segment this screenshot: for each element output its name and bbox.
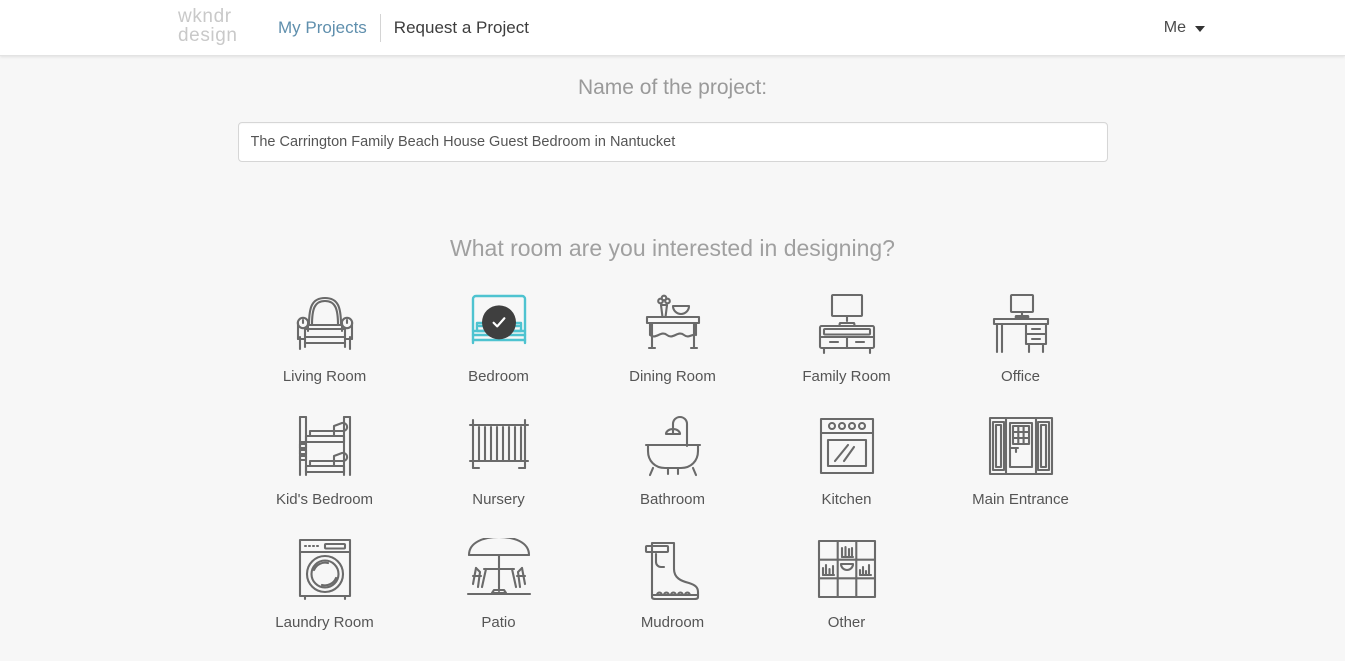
room-option-laundry-room[interactable]: Laundry Room	[238, 530, 412, 653]
room-option-label: Bedroom	[468, 368, 529, 385]
room-type-grid: Living Room Bedroom Dining Room Family R…	[238, 284, 1108, 653]
bed-icon	[457, 287, 541, 359]
project-name-label: Name of the project:	[577, 76, 768, 99]
account-menu-label: Me	[1163, 19, 1186, 36]
account-menu[interactable]: Me	[1164, 0, 1205, 56]
room-option-label: Family Room	[802, 368, 891, 385]
room-option-dining-room[interactable]: Dining Room	[586, 284, 760, 407]
washing-machine-icon	[283, 533, 367, 605]
room-option-label: Dining Room	[629, 368, 716, 385]
room-option-family-room[interactable]: Family Room	[760, 284, 934, 407]
room-option-bedroom[interactable]: Bedroom	[412, 284, 586, 407]
room-option-patio[interactable]: Patio	[412, 530, 586, 653]
project-name-input[interactable]	[237, 122, 1108, 162]
dining-table-icon	[631, 287, 715, 359]
brand-logo-line2: design	[178, 25, 238, 47]
room-question-heading: What room are you interested in designin…	[450, 235, 895, 261]
room-option-label: Office	[1001, 368, 1040, 385]
brand-logo[interactable]: wkndr design	[178, 7, 274, 46]
armchair-icon	[283, 287, 367, 359]
room-option-label: Living Room	[282, 368, 367, 385]
selected-check-badge	[481, 305, 516, 340]
patio-umbrella-icon	[457, 533, 541, 605]
nav-item-request-a-project[interactable]: Request a Project	[381, 18, 529, 38]
brand-logo-line1: wkndr	[178, 6, 232, 27]
room-option-label: Other	[827, 614, 866, 631]
nav-item-my-projects[interactable]: My Projects	[278, 18, 380, 38]
chevron-down-icon	[1195, 26, 1205, 32]
room-option-kids-bedroom[interactable]: Kid's Bedroom	[238, 407, 412, 530]
room-option-main-entrance[interactable]: Main Entrance	[934, 407, 1108, 530]
tv-console-icon	[805, 287, 889, 359]
app-header: wkndr design My Projects Request a Proje…	[0, 0, 1345, 56]
main-content: Name of the project: What room are you i…	[0, 76, 1345, 653]
room-option-label: Laundry Room	[275, 614, 374, 631]
bunk-bed-icon	[283, 410, 367, 482]
room-option-office[interactable]: Office	[934, 284, 1108, 407]
room-option-living-room[interactable]: Living Room	[238, 284, 412, 407]
room-option-label: Kitchen	[821, 491, 872, 508]
oven-icon	[805, 410, 889, 482]
rain-boot-icon	[631, 533, 715, 605]
room-option-label: Nursery	[472, 491, 525, 508]
shelving-unit-icon	[805, 533, 889, 605]
room-option-label: Mudroom	[640, 614, 705, 631]
desk-icon	[979, 287, 1063, 359]
room-option-label: Bathroom	[639, 491, 706, 508]
room-option-label: Main Entrance	[972, 491, 1069, 508]
main-nav: My Projects Request a Project	[278, 0, 529, 56]
room-option-kitchen[interactable]: Kitchen	[760, 407, 934, 530]
front-door-icon	[979, 410, 1063, 482]
bathtub-icon	[631, 410, 715, 482]
project-name-field-wrap	[237, 122, 1108, 162]
room-option-nursery[interactable]: Nursery	[412, 407, 586, 530]
crib-icon	[457, 410, 541, 482]
room-option-mudroom[interactable]: Mudroom	[586, 530, 760, 653]
room-option-other[interactable]: Other	[760, 530, 934, 653]
room-option-bathroom[interactable]: Bathroom	[586, 407, 760, 530]
room-option-label: Kid's Bedroom	[275, 491, 374, 508]
room-option-label: Patio	[481, 614, 516, 631]
